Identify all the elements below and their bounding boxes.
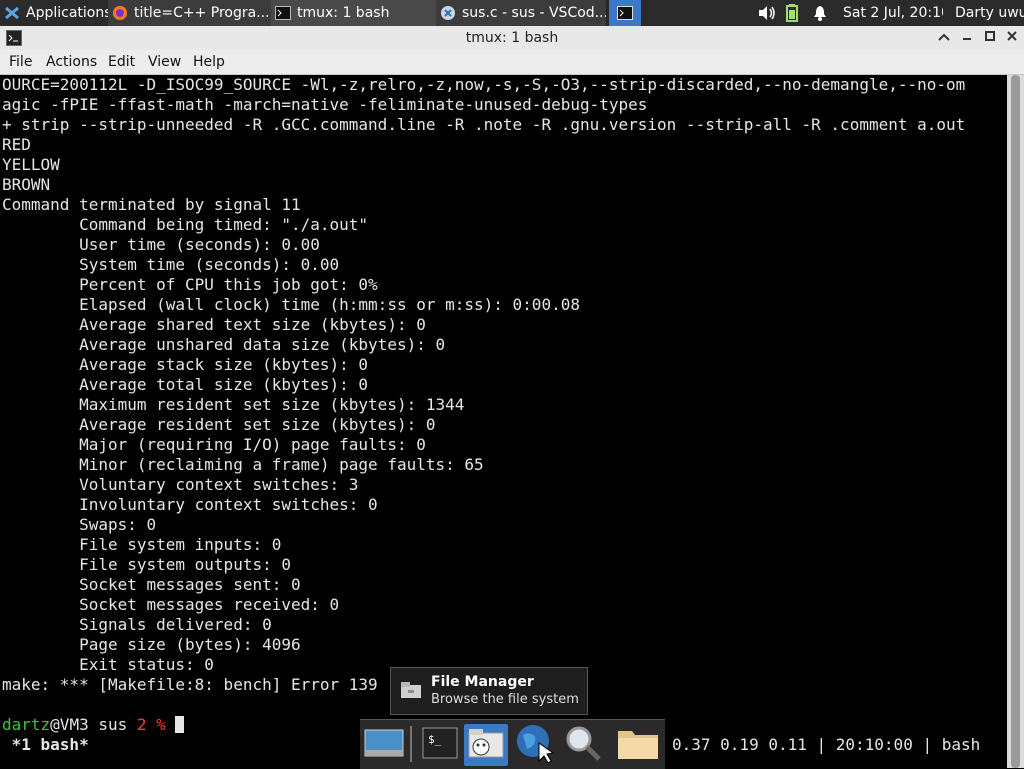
terminal-line: Command being timed: "./a.out" bbox=[79, 215, 369, 234]
terminal-area[interactable]: OURCE=200112L -D_ISOC99_SOURCE -Wl,-z,re… bbox=[0, 75, 1007, 768]
terminal-line: Average stack size (kbytes): 0 bbox=[79, 355, 369, 374]
file-manager-tooltip: File Manager Browse the file system bbox=[390, 667, 588, 715]
terminal-line: + strip --strip-unneeded -R .GCC.command… bbox=[2, 115, 966, 134]
close-button[interactable] bbox=[1003, 29, 1021, 47]
applications-label: Applications bbox=[26, 5, 108, 21]
terminal-line: File system inputs: 0 bbox=[79, 535, 282, 554]
prompt-host: @VM3 sus bbox=[50, 715, 128, 734]
terminal-line: YELLOW bbox=[2, 155, 60, 174]
dock-separator bbox=[410, 726, 412, 762]
clock-label: Sat 2 Jul, 20:10 bbox=[843, 5, 943, 21]
prompt-user: dartz bbox=[2, 715, 51, 734]
user-label: Darty uwu bbox=[955, 5, 1024, 21]
menu-edit[interactable]: Edit bbox=[108, 50, 135, 74]
terminal-line: Page size (bytes): 4096 bbox=[79, 635, 301, 654]
terminal-icon bbox=[275, 5, 291, 21]
menu-file[interactable]: File bbox=[9, 50, 32, 74]
shade-button[interactable] bbox=[935, 29, 953, 47]
terminal-line: Percent of CPU this job got: 0% bbox=[79, 275, 378, 294]
tooltip-description: Browse the file system bbox=[431, 692, 579, 707]
terminal-line: Swaps: 0 bbox=[79, 515, 157, 534]
battery-icon[interactable] bbox=[786, 0, 806, 26]
dock-item-folder[interactable] bbox=[616, 724, 660, 766]
terminal-line: Major (requiring I/O) page faults: 0 bbox=[79, 435, 426, 454]
tmux-status-right: 0.37 0.19 0.11 | 20:10:00 | bash bbox=[672, 735, 981, 754]
taskbar-item-label: title=C++ Progra... bbox=[134, 5, 270, 21]
menu-actions[interactable]: Actions bbox=[46, 50, 97, 74]
taskbar-item-firefox[interactable]: title=C++ Progra... bbox=[108, 0, 272, 26]
xfce-logo-icon bbox=[4, 5, 20, 21]
terminal-line: Involuntary context switches: 0 bbox=[79, 495, 378, 514]
file-manager-icon bbox=[467, 727, 505, 763]
dock-item-desktop[interactable] bbox=[362, 724, 406, 766]
file-manager-icon bbox=[400, 681, 422, 703]
terminal-line: System time (seconds): 0.00 bbox=[79, 255, 340, 274]
desktop-icon bbox=[364, 728, 404, 762]
firefox-icon bbox=[112, 5, 128, 21]
menu-view[interactable]: View bbox=[148, 50, 181, 74]
terminal-line: Exit status: 0 bbox=[79, 655, 214, 674]
terminal-line: RED bbox=[2, 135, 31, 154]
terminal-line: agic -fPIE -ffast-math -march=native -fe… bbox=[2, 95, 648, 114]
terminal-lines: OURCE=200112L -D_ISOC99_SOURCE -Wl,-z,re… bbox=[2, 75, 965, 694]
svg-text:$_: $_ bbox=[428, 733, 442, 746]
terminal-line: OURCE=200112L -D_ISOC99_SOURCE -Wl,-z,re… bbox=[2, 75, 966, 94]
minimize-button[interactable] bbox=[958, 29, 976, 47]
terminal-line: Minor (reclaiming a frame) page faults: … bbox=[79, 455, 484, 474]
folder-icon bbox=[617, 726, 659, 764]
terminal-icon bbox=[617, 5, 633, 21]
menu-help[interactable]: Help bbox=[193, 50, 225, 74]
dock-item-web-browser[interactable] bbox=[513, 724, 557, 766]
terminal-line: Voluntary context switches: 3 bbox=[79, 475, 359, 494]
user-menu[interactable]: Darty uwu bbox=[955, 0, 1024, 26]
dock-item-search[interactable] bbox=[561, 724, 605, 766]
window-titlebar[interactable]: tmux: 1 bash bbox=[0, 26, 1024, 51]
terminal-line: User time (seconds): 0.00 bbox=[79, 235, 320, 254]
window-title: tmux: 1 bash bbox=[465, 30, 559, 46]
taskbar-item-terminal[interactable] bbox=[609, 0, 642, 26]
terminal-line: Elapsed (wall clock) time (h:mm:ss or m:… bbox=[79, 295, 580, 314]
terminal-line: Average resident set size (kbytes): 0 bbox=[79, 415, 436, 434]
top-panel: Applications title=C++ Progra... tmux: 1… bbox=[0, 0, 1024, 26]
terminal-line: Average total size (kbytes): 0 bbox=[79, 375, 369, 394]
panel-clock[interactable]: Sat 2 Jul, 20:10 bbox=[843, 0, 943, 26]
terminal-line: Maximum resident set size (kbytes): 1344 bbox=[79, 395, 465, 414]
terminal-line: make: *** [Makefile:8: bench] Error 139 bbox=[2, 675, 378, 694]
taskbar-item-label: sus.c - sus - VSCod... bbox=[462, 5, 606, 21]
dock: $_ bbox=[360, 719, 665, 769]
scrollbar-thumb[interactable] bbox=[1011, 75, 1020, 768]
search-icon bbox=[564, 724, 602, 766]
terminal-line: Signals delivered: 0 bbox=[79, 615, 272, 634]
terminal-line: Socket messages sent: 0 bbox=[79, 575, 301, 594]
taskbar-item-tmux[interactable]: tmux: 1 bash bbox=[271, 0, 437, 26]
menubar: File Actions Edit View Help bbox=[0, 50, 1024, 75]
terminal-line: BROWN bbox=[2, 175, 51, 194]
web-browser-icon bbox=[515, 723, 555, 767]
dock-item-terminal[interactable]: $_ bbox=[418, 724, 462, 766]
notification-bell-icon[interactable] bbox=[812, 0, 832, 26]
terminal-line: Socket messages received: 0 bbox=[79, 595, 340, 614]
terminal-line: Average shared text size (kbytes): 0 bbox=[79, 315, 426, 334]
applications-menu[interactable]: Applications bbox=[0, 0, 108, 26]
maximize-button[interactable] bbox=[981, 29, 999, 47]
terminal-icon: $_ bbox=[422, 727, 458, 763]
terminal-scrollbar[interactable] bbox=[1007, 75, 1024, 768]
terminal-line: File system outputs: 0 bbox=[79, 555, 291, 574]
terminal-output: OURCE=200112L -D_ISOC99_SOURCE -Wl,-z,re… bbox=[2, 75, 965, 755]
taskbar-item-label: tmux: 1 bash bbox=[297, 5, 390, 21]
terminal-line: Command terminated by signal 11 bbox=[2, 195, 301, 214]
tooltip-title: File Manager bbox=[431, 674, 534, 690]
prompt-exit-code: 2 % bbox=[136, 715, 166, 734]
terminal-line: Average unshared data size (kbytes): 0 bbox=[79, 335, 446, 354]
tmux-window-label: *1 bash* bbox=[2, 735, 89, 754]
taskbar-item-vscode[interactable]: sus.c - sus - VSCod... bbox=[436, 0, 607, 26]
text-cursor bbox=[175, 716, 185, 733]
volume-icon[interactable] bbox=[758, 0, 780, 26]
dock-item-file-manager[interactable] bbox=[464, 724, 508, 766]
vscode-icon bbox=[440, 5, 456, 21]
